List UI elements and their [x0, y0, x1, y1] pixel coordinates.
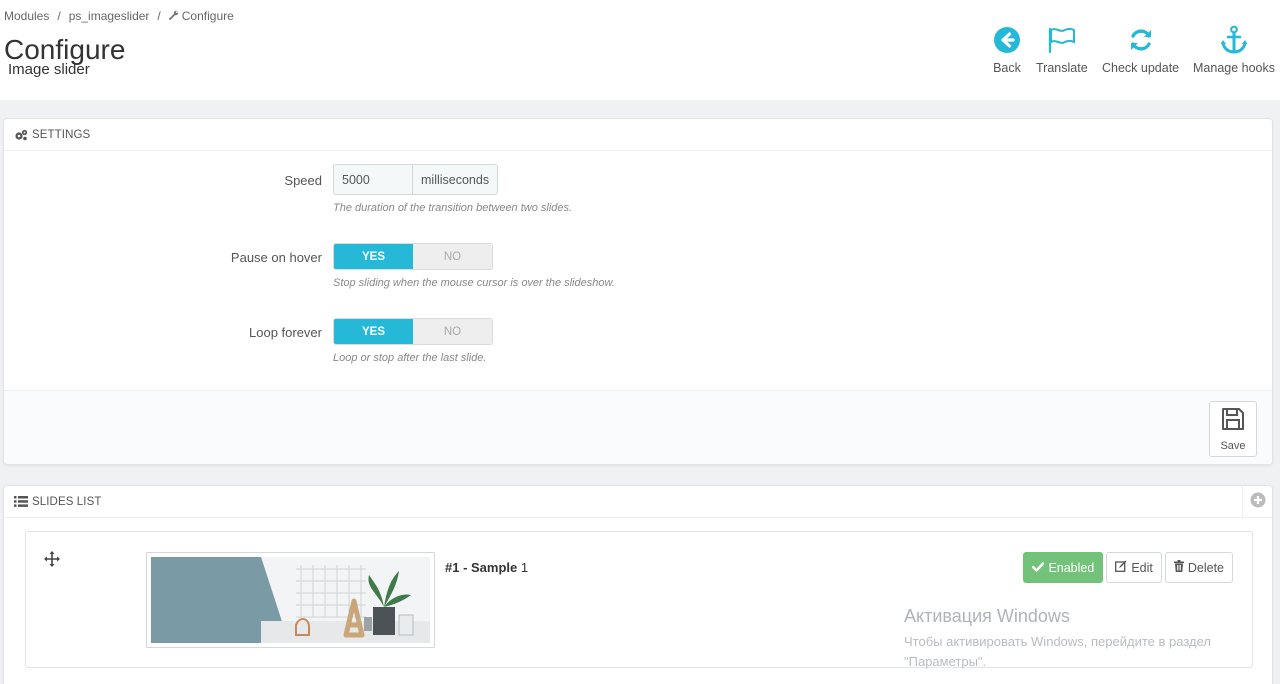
speed-unit: milliseconds	[412, 164, 499, 195]
delete-button[interactable]: Delete	[1164, 552, 1233, 583]
save-button[interactable]: Save	[1209, 401, 1257, 457]
watermark-title: Активация Windows	[904, 606, 1070, 626]
enabled-button[interactable]: Enabled	[1023, 552, 1104, 583]
watermark-text: Чтобы активировать Windows, перейдите в …	[904, 632, 1211, 672]
flag-icon	[1045, 24, 1079, 56]
breadcrumb: Modules / ps_imageslider / Configure	[4, 9, 234, 23]
watermark-line-1: Чтобы активировать Windows, перейдите в …	[904, 634, 1211, 649]
check-update-label: Check update	[1102, 61, 1180, 75]
slide-name: Sample	[471, 560, 518, 575]
refresh-icon	[1124, 24, 1158, 56]
wrench-icon	[168, 10, 179, 23]
settings-heading: SETTINGS	[4, 119, 1272, 151]
pause-on-hover-help: Stop sliding when the mouse cursor is ov…	[333, 277, 615, 289]
check-update-button[interactable]: Check update	[1102, 24, 1179, 75]
plus-circle-icon	[1250, 492, 1266, 513]
loop-forever-label: Loop forever	[249, 325, 322, 340]
pause-on-hover-label: Pause on hover	[230, 250, 322, 265]
settings-panel: SETTINGS Speed milliseconds The duration…	[3, 118, 1273, 465]
loop-forever-yes[interactable]: YES	[334, 319, 413, 344]
pause-on-hover-switch: YES NO	[333, 243, 493, 270]
speed-input-group: milliseconds	[333, 164, 499, 195]
delete-label: Delete	[1187, 560, 1224, 575]
back-label: Back	[993, 61, 1021, 75]
slide-number: #1 -	[445, 560, 472, 575]
watermark-line-2: "Параметры".	[904, 654, 987, 669]
edit-label: Edit	[1131, 560, 1153, 575]
slide-title: #1 - Sample 1	[445, 560, 528, 575]
pause-on-hover-no[interactable]: NO	[413, 244, 492, 269]
breadcrumb-separator: /	[57, 9, 61, 23]
loop-forever-switch: YES NO	[333, 318, 493, 345]
breadcrumb-current: Configure	[181, 9, 234, 23]
slide-thumbnail	[146, 552, 435, 648]
edit-icon	[1115, 560, 1127, 575]
move-icon[interactable]	[44, 551, 60, 567]
list-icon	[14, 496, 28, 507]
breadcrumb-module[interactable]: ps_imageslider	[69, 9, 150, 23]
manage-hooks-button[interactable]: Manage hooks	[1193, 24, 1275, 75]
slides-heading-text: SLIDES LIST	[32, 495, 102, 508]
settings-footer: Save	[4, 390, 1272, 464]
settings-heading-text: SETTINGS	[32, 128, 91, 141]
cogs-icon	[14, 129, 28, 141]
back-button[interactable]: Back	[990, 24, 1024, 75]
back-circle-arrow-icon	[990, 24, 1024, 56]
speed-help: The duration of the transition between t…	[333, 202, 573, 214]
breadcrumb-separator: /	[157, 9, 161, 23]
slide-actions: Enabled Edit Delete	[1023, 552, 1233, 583]
windows-activation-watermark: Активация Windows Чтобы активировать Win…	[904, 606, 1211, 672]
breadcrumb-modules[interactable]: Modules	[4, 9, 49, 23]
anchor-icon	[1217, 24, 1251, 56]
speed-input[interactable]	[333, 164, 412, 195]
check-icon	[1032, 561, 1045, 575]
speed-label: Speed	[284, 173, 322, 188]
manage-hooks-label: Manage hooks	[1193, 61, 1276, 75]
loop-forever-no[interactable]: NO	[413, 319, 492, 344]
trash-icon	[1173, 560, 1184, 575]
pause-on-hover-yes[interactable]: YES	[334, 244, 413, 269]
translate-label: Translate	[1036, 61, 1088, 75]
loop-forever-help: Loop or stop after the last slide.	[333, 352, 487, 364]
edit-button[interactable]: Edit	[1106, 552, 1162, 583]
enabled-label: Enabled	[1048, 560, 1095, 575]
add-slide-button[interactable]	[1242, 486, 1272, 518]
page-header: Modules / ps_imageslider / Configure Con…	[0, 0, 1280, 100]
slides-heading: SLIDES LIST	[4, 486, 1272, 518]
save-label: Save	[1220, 439, 1246, 452]
translate-button[interactable]: Translate	[1036, 24, 1088, 75]
save-icon	[1221, 407, 1245, 436]
slide-suffix: 1	[517, 560, 529, 575]
toolbar: Back Translate Check update Manage hooks	[0, 24, 1280, 84]
